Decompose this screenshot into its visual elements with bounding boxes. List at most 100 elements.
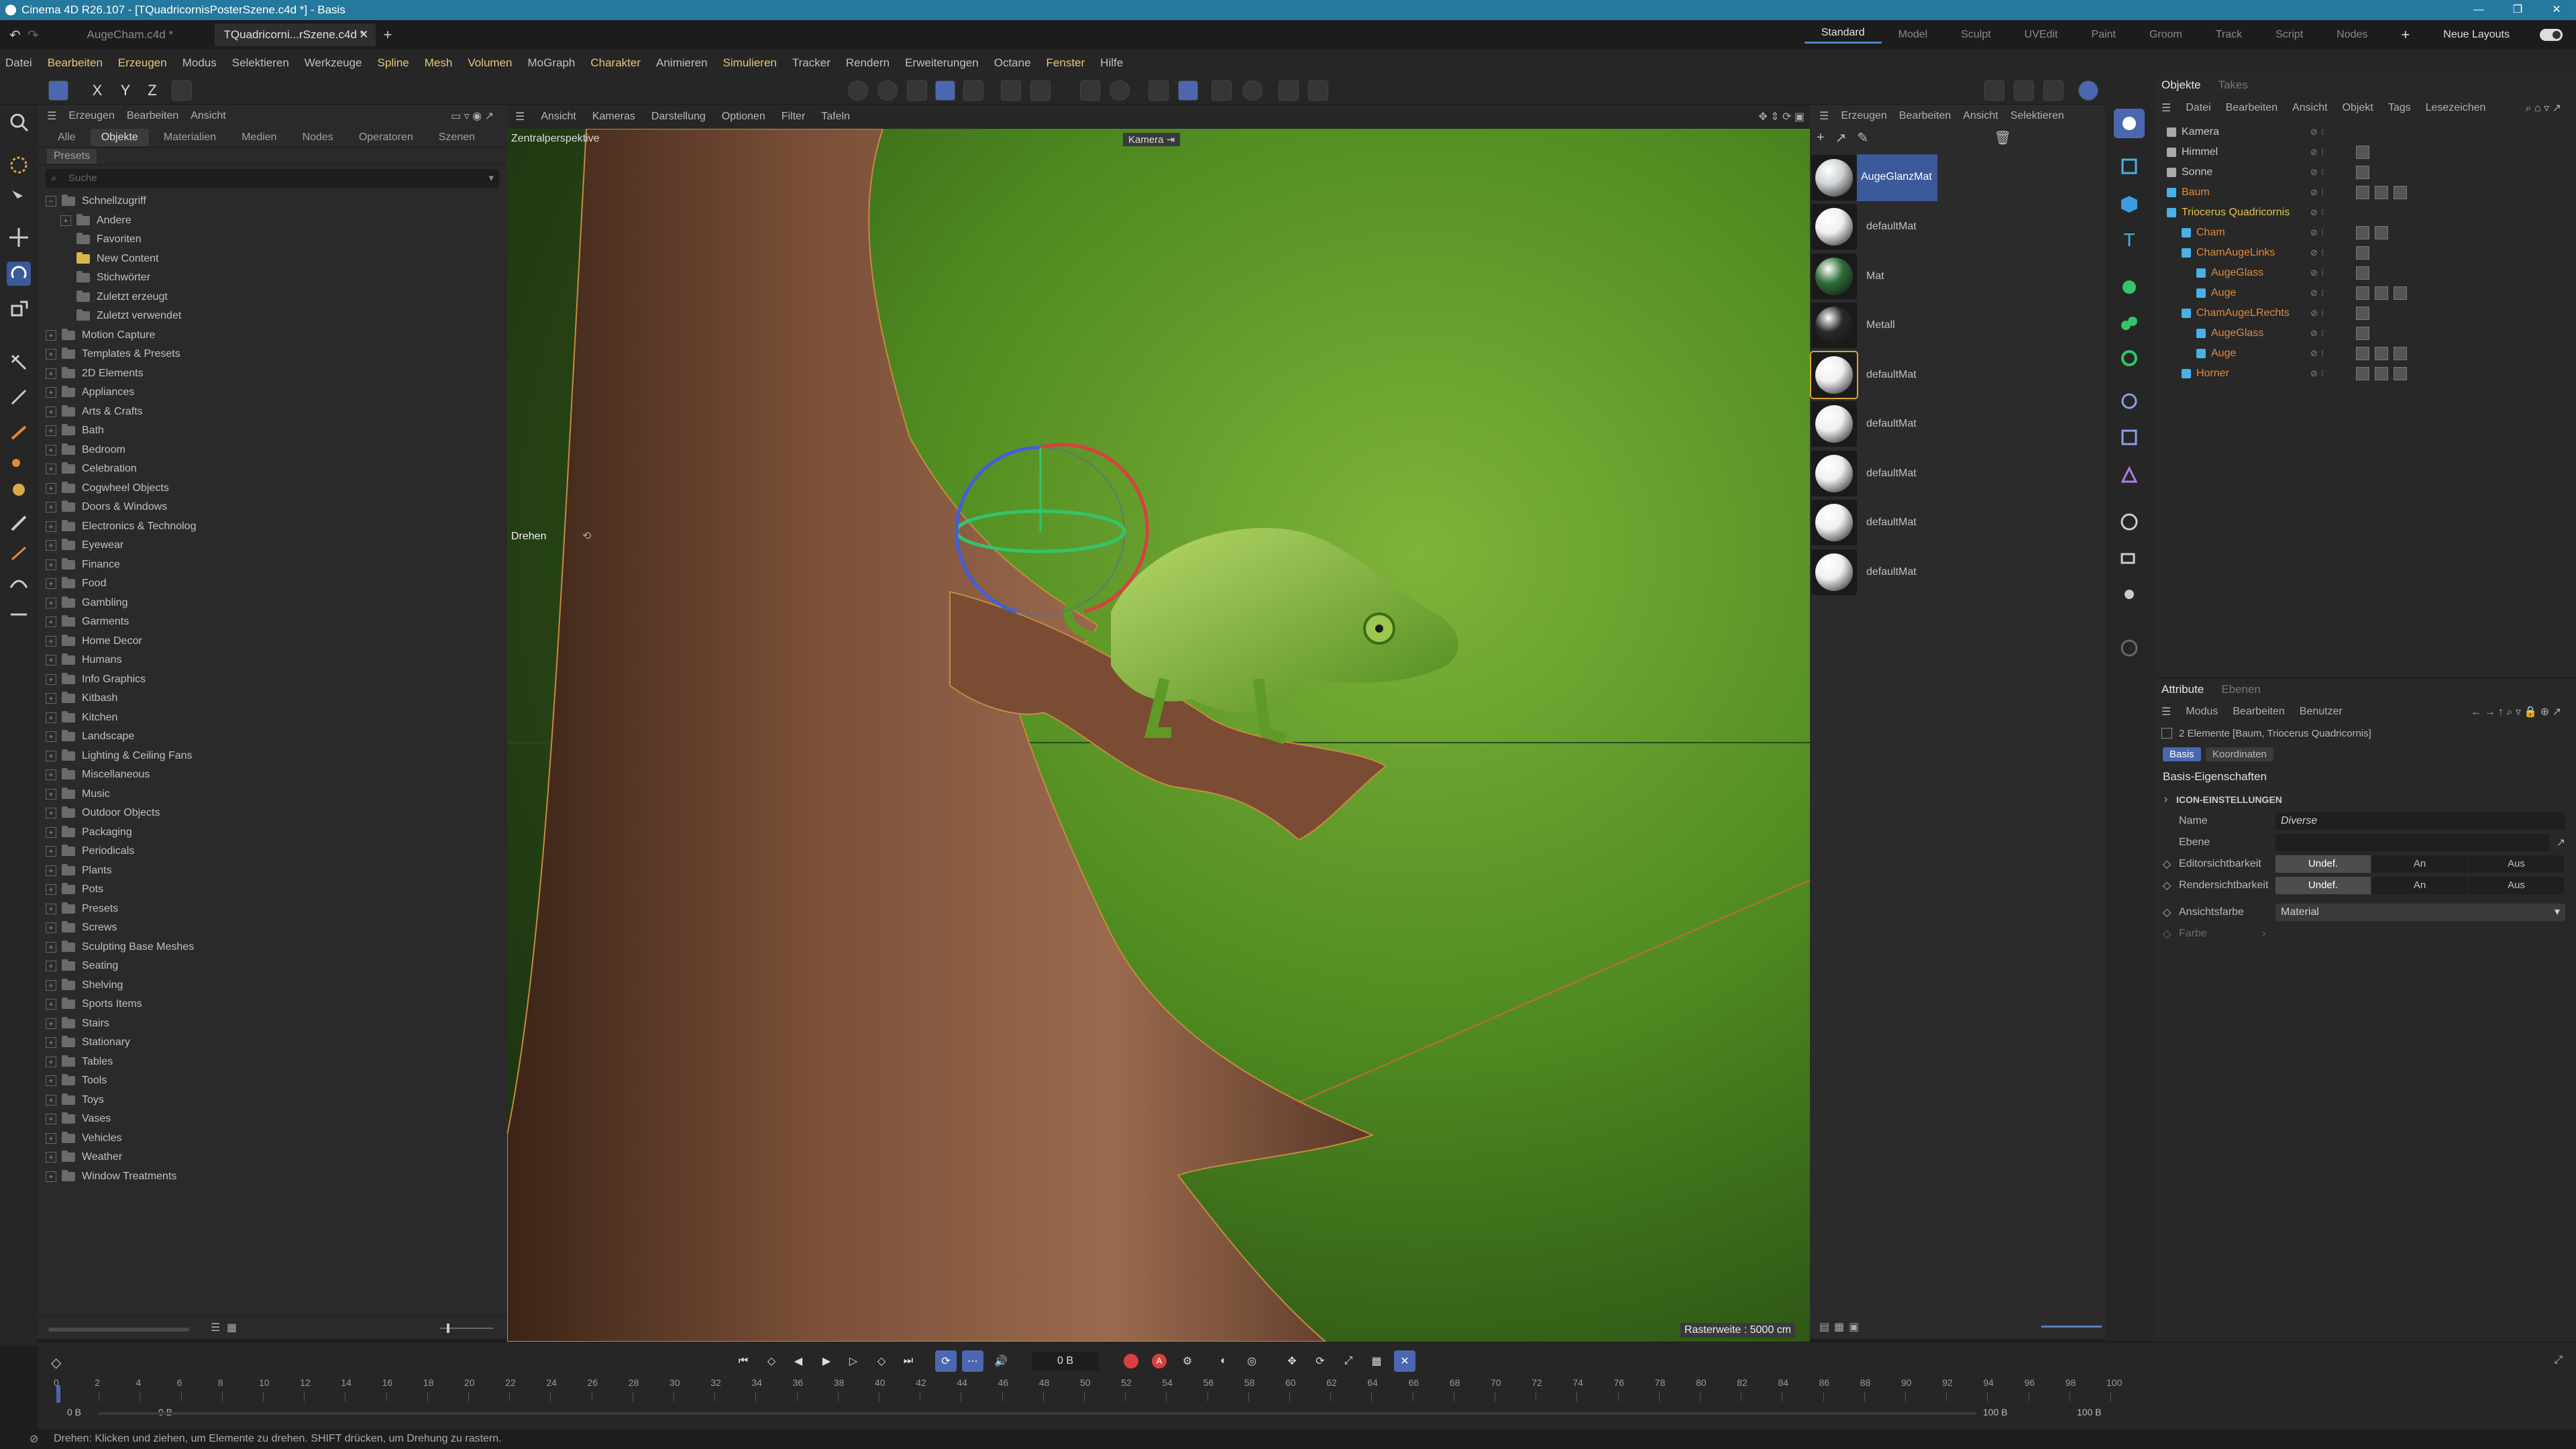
menu-rendern[interactable]: Rendern xyxy=(846,56,890,70)
object-row[interactable]: ChamAugeLRechts ⊘ ⁝ xyxy=(2161,303,2576,323)
expand-toggle-icon[interactable]: + xyxy=(46,1171,56,1182)
loop-icon[interactable]: ⟳ xyxy=(935,1350,957,1372)
thumbnail-size-slider[interactable] xyxy=(440,1324,494,1333)
key-settings-icon[interactable]: ⚙ xyxy=(1177,1350,1198,1372)
timeline-ruler[interactable]: 0 2 4 6 8 10 12 14 16 18 20 22 24 26 28 30 32 34 36 38 40 42 4… xyxy=(54,1377,2131,1404)
place-tool-icon[interactable] xyxy=(7,385,31,409)
asset-tab-materialien[interactable]: Materialien xyxy=(153,129,227,146)
expand-toggle-icon[interactable]: + xyxy=(46,712,56,723)
viewport-menu-ansicht[interactable]: Ansicht xyxy=(541,111,576,123)
prev-frame-icon[interactable]: ◀ xyxy=(788,1350,809,1372)
expand-toggle-icon[interactable]: + xyxy=(46,961,56,972)
viewport-menu-filter[interactable]: Filter xyxy=(782,111,806,123)
layout-standard[interactable]: Standard xyxy=(1804,27,1882,44)
neue-layouts-label[interactable]: Neue Layouts xyxy=(2426,29,2526,41)
goto-end-icon[interactable]: ⏭ xyxy=(898,1350,919,1372)
expand-toggle-icon[interactable]: + xyxy=(46,521,56,532)
asset-tree-item[interactable]: + Bath xyxy=(46,421,507,441)
expand-toggle-icon[interactable]: + xyxy=(46,788,56,800)
sketch-tool-icon[interactable] xyxy=(7,572,31,596)
expand-toggle-icon[interactable]: + xyxy=(46,922,56,934)
keyframe-icon[interactable]: ◇ xyxy=(51,1354,61,1371)
autokey-icon[interactable]: A xyxy=(1148,1350,1170,1372)
asset-tab-nodes[interactable]: Nodes xyxy=(292,129,344,146)
render-undef-option[interactable]: Undef. xyxy=(2275,877,2371,894)
object-row[interactable]: AugeGlass ⊘ ⁝ xyxy=(2161,323,2576,343)
axis-z-button[interactable]: Z xyxy=(142,80,162,101)
timeline-expand-icon[interactable]: ⤢ xyxy=(2554,1354,2563,1366)
render-picture-viewer-icon[interactable] xyxy=(2014,80,2034,101)
asset-tree-item[interactable]: + Templates & Presets xyxy=(46,345,507,364)
text-icon[interactable]: T xyxy=(2114,225,2145,255)
camera-icon[interactable] xyxy=(2114,543,2145,573)
attribute-menu-modus[interactable]: Modus xyxy=(2186,706,2218,718)
viewport-menu-tafeln[interactable]: Tafeln xyxy=(821,111,850,123)
object-tags[interactable] xyxy=(2356,186,2407,199)
object-row[interactable]: Cham ⊘ ⁝ xyxy=(2161,223,2576,243)
object-row[interactable]: Horner ⊘ ⁝ xyxy=(2161,364,2576,384)
expand-toggle-icon[interactable]: + xyxy=(46,1037,56,1049)
menu-fenster[interactable]: Fenster xyxy=(1046,56,1085,70)
deformer-icon[interactable] xyxy=(2114,309,2145,338)
trash-icon[interactable]: 🗑 xyxy=(1994,129,2011,146)
menu-erweiterungen[interactable]: Erweiterungen xyxy=(905,56,979,70)
menu-werkzeuge[interactable]: Werkzeuge xyxy=(305,56,362,70)
object-menu-icon[interactable]: ☰ xyxy=(2161,101,2171,115)
visibility-flags[interactable]: ⊘ ⁝ xyxy=(2310,167,2328,178)
transform-tool-icon[interactable] xyxy=(7,350,31,374)
asset-tree-item[interactable]: + Kitbash xyxy=(46,689,507,708)
attribute-menu-icon[interactable]: ☰ xyxy=(2161,705,2171,718)
material-item[interactable]: defaultMat xyxy=(1810,203,2105,252)
expand-toggle-icon[interactable]: + xyxy=(46,846,56,857)
range-end-field[interactable]: 100 B xyxy=(1983,1407,2008,1417)
asset-scrollbar[interactable] xyxy=(48,1328,189,1332)
object-tags[interactable] xyxy=(2356,246,2369,260)
expand-toggle-icon[interactable]: + xyxy=(46,425,56,437)
uv-mode-icon[interactable] xyxy=(963,80,983,101)
asset-tree-item[interactable]: + Tools xyxy=(46,1071,507,1091)
asset-tree-item[interactable]: + Landscape xyxy=(46,727,507,747)
object-row[interactable]: AugeGlass ⊘ ⁝ xyxy=(2161,263,2576,283)
close-tab-icon[interactable]: ✕ xyxy=(359,23,368,46)
expand-toggle-icon[interactable]: + xyxy=(46,674,56,685)
cube-icon[interactable] xyxy=(2114,189,2145,219)
render-view-icon[interactable] xyxy=(1984,80,2004,101)
layer-link-icon[interactable]: ↗ xyxy=(2557,836,2565,849)
asset-tree-item[interactable]: + Arts & Crafts xyxy=(46,402,507,422)
menu-hilfe[interactable]: Hilfe xyxy=(1100,56,1123,70)
mode-toggle-button[interactable] xyxy=(48,80,68,101)
tab-objekte[interactable]: Objekte xyxy=(2161,78,2201,92)
key-pla-icon[interactable]: ✕ xyxy=(1394,1350,1415,1372)
asset-tree-item[interactable]: + Food xyxy=(46,574,507,594)
key-rotation-icon[interactable]: ⟳ xyxy=(1309,1350,1331,1372)
spline-pen-icon[interactable] xyxy=(7,541,31,565)
material-menu-erzeugen[interactable]: Erzeugen xyxy=(1841,110,1887,122)
generator-icon[interactable] xyxy=(2114,272,2145,302)
asset-view-icons[interactable]: ▭ ▿ ◉ ↗ xyxy=(451,109,494,123)
subtab-koordinaten[interactable]: Koordinaten xyxy=(2206,747,2273,761)
attribute-menu-bearbeiten[interactable]: Bearbeiten xyxy=(2233,706,2284,718)
visibility-flags[interactable]: ⊘ ⁝ xyxy=(2310,187,2328,198)
points-mode-icon[interactable] xyxy=(877,80,898,101)
paint-tool-icon[interactable] xyxy=(7,478,31,502)
expand-toggle-icon[interactable]: + xyxy=(46,941,56,953)
layer-field[interactable] xyxy=(2275,834,2549,851)
editor-an-option[interactable]: An xyxy=(2372,855,2467,873)
object-menu-tags[interactable]: Tags xyxy=(2388,102,2411,114)
asset-tree-item[interactable]: + Vases xyxy=(46,1110,507,1129)
menu-spline[interactable]: Spline xyxy=(377,56,409,70)
object-row[interactable]: Kamera ⊘ ⁝ xyxy=(2161,122,2576,142)
tab-ebenen[interactable]: Ebenen xyxy=(2221,683,2261,696)
visibility-flags[interactable]: ⊘ ⁝ xyxy=(2310,127,2328,138)
asset-tab-objekte[interactable]: Objekte xyxy=(90,128,149,146)
visibility-flags[interactable]: ⊘ ⁝ xyxy=(2310,348,2328,359)
visibility-flags[interactable]: ⊘ ⁝ xyxy=(2310,288,2328,299)
asset-tree-item[interactable]: + Info Graphics xyxy=(46,670,507,690)
expand-toggle-icon[interactable]: + xyxy=(46,1056,56,1067)
asset-tree-item[interactable]: + Bedroom xyxy=(46,441,507,460)
expand-toggle-icon[interactable]: + xyxy=(46,368,56,379)
key-param-icon[interactable]: ▦ xyxy=(1366,1350,1387,1372)
asset-tree-item[interactable]: + Pots xyxy=(46,880,507,900)
asset-tree-item[interactable]: + Shelving xyxy=(46,976,507,996)
pipette-icon[interactable]: ✎ xyxy=(1857,129,1868,146)
